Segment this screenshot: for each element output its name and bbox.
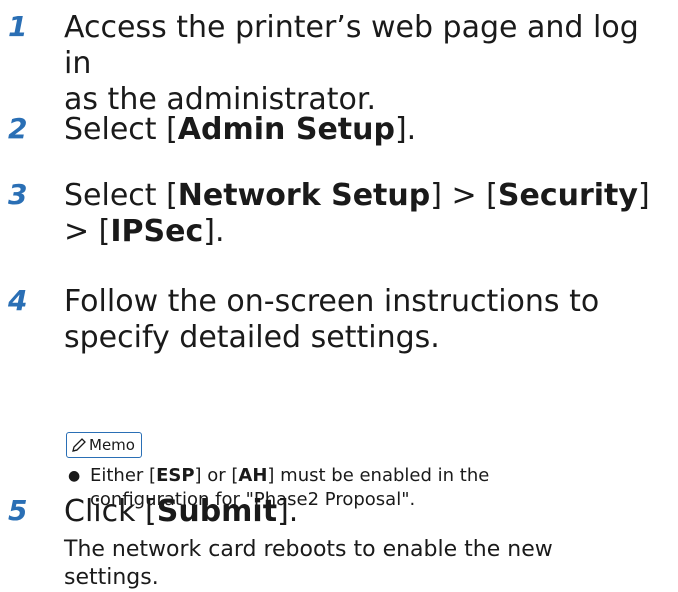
step-text: Click [Submit].	[64, 494, 299, 529]
step-number: 3	[8, 178, 28, 211]
menu-name: Security	[497, 178, 638, 213]
bullet-icon: ●	[68, 468, 81, 484]
step-number: 1	[8, 10, 28, 43]
pen-icon	[71, 437, 87, 453]
button-name: Submit	[156, 494, 278, 529]
step-text: Follow the on-screen instructions to spe…	[64, 284, 600, 355]
step-text: Access the printer’s web page and log in…	[64, 10, 639, 117]
step-number: 4	[8, 284, 28, 317]
step-text: Select [Admin Setup].	[64, 112, 417, 147]
menu-name: Admin Setup	[177, 112, 395, 147]
result-text: The network card reboots to enable the n…	[64, 537, 553, 590]
menu-name: IPSec	[110, 214, 204, 249]
step-number: 5	[8, 494, 28, 527]
step-number: 2	[8, 112, 28, 145]
step-text: Select [Network Setup] > [Security] > [I…	[64, 178, 650, 249]
menu-name: Network Setup	[177, 178, 431, 213]
memo-label: Memo	[89, 436, 135, 454]
memo-badge: Memo	[66, 432, 142, 458]
